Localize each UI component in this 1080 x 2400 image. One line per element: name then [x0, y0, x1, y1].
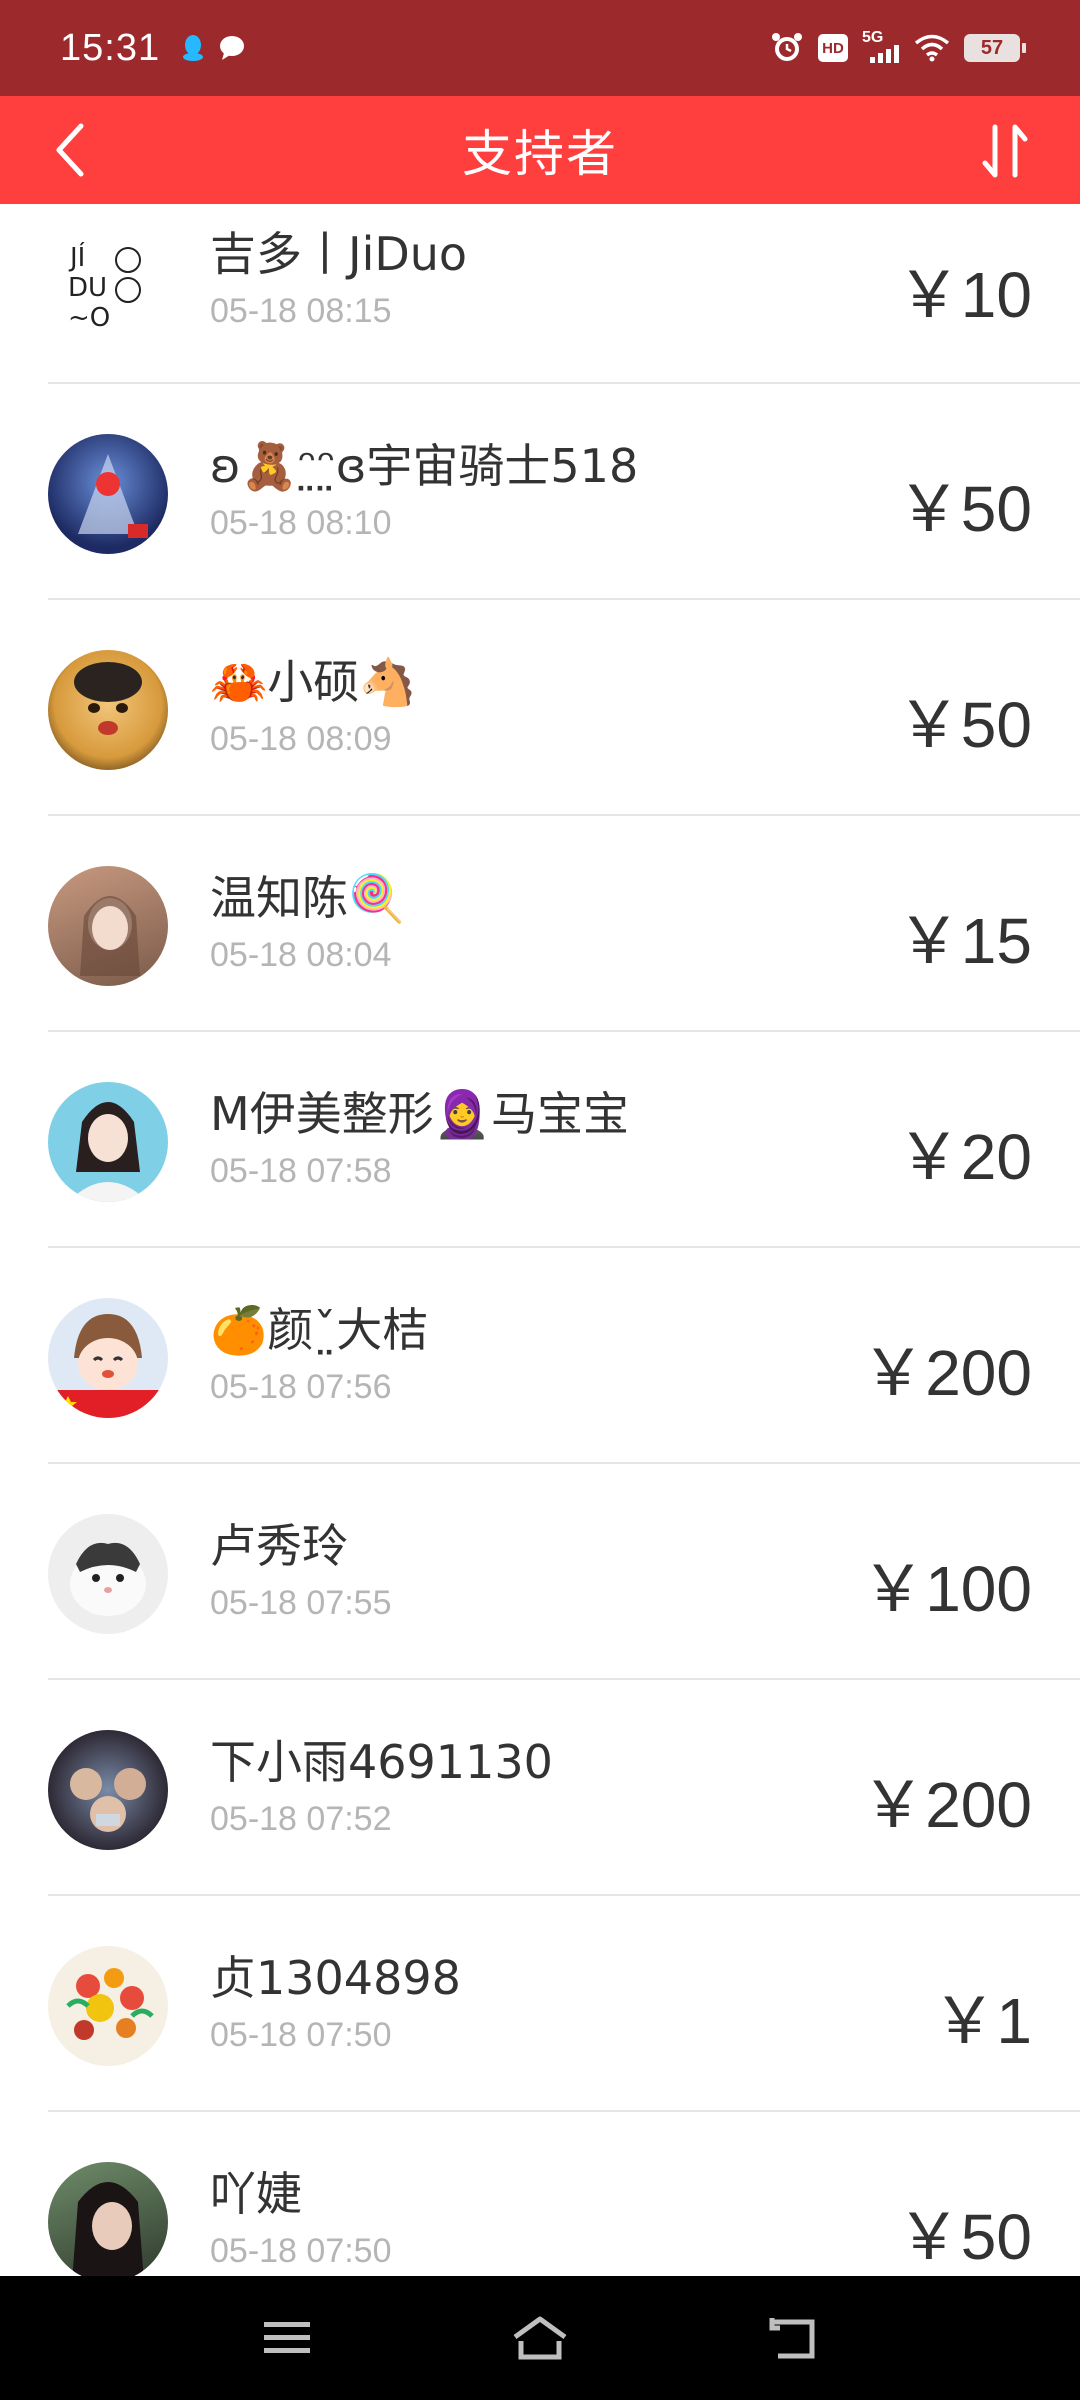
supporter-time: 05-18 08:10 — [210, 504, 392, 542]
sort-icon — [982, 124, 1028, 178]
supporter-name: 下小雨4691130 — [210, 1735, 553, 1789]
avatar[interactable] — [48, 1946, 168, 2066]
list-item[interactable]: JÍ DU ~O 吉多丨JiDuo 05-18 08:15 ￥10 — [0, 204, 1080, 384]
avatar[interactable] — [48, 650, 168, 770]
supporter-name: 卢秀玲 — [210, 1519, 348, 1573]
supporter-amount: ￥1 — [932, 1985, 1032, 2057]
supporter-amount: ￥10 — [896, 259, 1032, 331]
menu-button[interactable] — [247, 2298, 327, 2378]
supporter-name: 温知陈🍭 — [210, 871, 406, 925]
supporter-time: 05-18 07:52 — [210, 1800, 392, 1838]
avatar[interactable] — [48, 1082, 168, 1202]
hd-icon: HD — [818, 34, 848, 62]
alarm-icon — [770, 31, 804, 65]
supporter-time: 05-18 07:55 — [210, 1584, 392, 1622]
avatar[interactable] — [48, 2162, 168, 2276]
supporter-time: 05-18 07:50 — [210, 2016, 392, 2054]
supporter-amount: ￥50 — [896, 689, 1032, 761]
wifi-icon — [914, 34, 950, 62]
sort-button[interactable] — [970, 116, 1040, 186]
avatar[interactable] — [48, 1298, 168, 1418]
list-item[interactable]: 贞1304898 05-18 07:50 ￥1 — [0, 1896, 1080, 2112]
supporter-amount: ￥100 — [861, 1553, 1032, 1625]
list-item[interactable]: 吖婕 05-18 07:50 ￥50 — [0, 2112, 1080, 2276]
back-nav-button[interactable] — [753, 2298, 833, 2378]
battery-icon: 57 — [964, 34, 1026, 62]
avatar[interactable]: JÍ DU ~O — [48, 224, 168, 344]
supporter-name: 吉多丨JiDuo — [210, 227, 468, 281]
supporter-name: M伊美整形🧕马宝宝 — [210, 1087, 629, 1141]
list-item[interactable]: 卢秀玲 05-18 07:55 ￥100 — [0, 1464, 1080, 1680]
system-nav-bar — [0, 2276, 1080, 2400]
supporter-time: 05-18 07:58 — [210, 1152, 392, 1190]
back-button[interactable] — [40, 118, 100, 182]
menu-icon — [263, 2322, 310, 2353]
list-item[interactable]: 🍊颜ˇ̤大桔 05-18 07:56 ￥200 — [0, 1248, 1080, 1464]
list-item[interactable]: 下小雨4691130 05-18 07:52 ￥200 — [0, 1680, 1080, 1896]
status-left-icons — [182, 33, 246, 63]
status-time: 15:31 — [60, 26, 161, 69]
supporter-name: 吖婕 — [210, 2167, 302, 2221]
supporter-time: 05-18 07:50 — [210, 2232, 392, 2270]
svg-text:~O: ~O — [68, 303, 110, 333]
home-icon — [513, 2316, 567, 2360]
avatar[interactable] — [48, 434, 168, 554]
supporter-amount: ￥50 — [896, 2201, 1032, 2273]
list-item[interactable]: ʚ🧸ᵔ̤ᵔ̤ɞ宇宙骑士518 05-18 08:10 ￥50 — [0, 384, 1080, 600]
qq-icon — [182, 33, 204, 63]
status-right-icons: HD 5G 57 — [770, 29, 1026, 65]
svg-text:DU: DU — [68, 273, 107, 303]
supporter-time: 05-18 08:04 — [210, 936, 392, 974]
supporter-list[interactable]: JÍ DU ~O 吉多丨JiDuo 05-18 08:15 ￥10 ʚ🧸ᵔ̤ᵔ̤ɞ宇… — [0, 204, 1080, 2276]
supporter-name: ʚ🧸ᵔ̤ᵔ̤ɞ宇宙骑士518 — [210, 439, 639, 493]
avatar[interactable] — [48, 1514, 168, 1634]
back-chevron-icon — [56, 123, 84, 177]
home-button[interactable] — [500, 2298, 580, 2378]
app-header: 支持者 — [0, 96, 1080, 204]
avatar[interactable] — [48, 866, 168, 986]
svg-text:JÍ: JÍ — [68, 241, 85, 273]
supporter-time: 05-18 08:15 — [210, 292, 392, 330]
list-item[interactable]: M伊美整形🧕马宝宝 05-18 07:58 ￥20 — [0, 1032, 1080, 1248]
supporter-amount: ￥15 — [896, 905, 1032, 977]
supporter-time: 05-18 08:09 — [210, 720, 392, 758]
list-item[interactable]: 🦀小硕🐴 05-18 08:09 ￥50 — [0, 600, 1080, 816]
supporter-amount: ￥200 — [861, 1769, 1032, 1841]
page-title: 支持者 — [462, 125, 618, 183]
supporter-amount: ￥50 — [896, 473, 1032, 545]
avatar[interactable] — [48, 1730, 168, 1850]
list-item[interactable]: 温知陈🍭 05-18 08:04 ￥15 — [0, 816, 1080, 1032]
supporter-name: 🍊颜ˇ̤大桔 — [210, 1303, 429, 1357]
back-icon — [769, 2318, 815, 2359]
5g-signal-icon: 5G — [862, 29, 900, 63]
supporter-name: 贞1304898 — [210, 1951, 461, 2005]
supporter-time: 05-18 07:56 — [210, 1368, 392, 1406]
supporter-name: 🦀小硕🐴 — [210, 655, 417, 709]
supporter-amount: ￥20 — [896, 1121, 1032, 1193]
message-icon — [218, 35, 246, 61]
supporter-amount: ￥200 — [861, 1337, 1032, 1409]
status-bar: 15:31 HD 5G 57 — [0, 0, 1080, 96]
